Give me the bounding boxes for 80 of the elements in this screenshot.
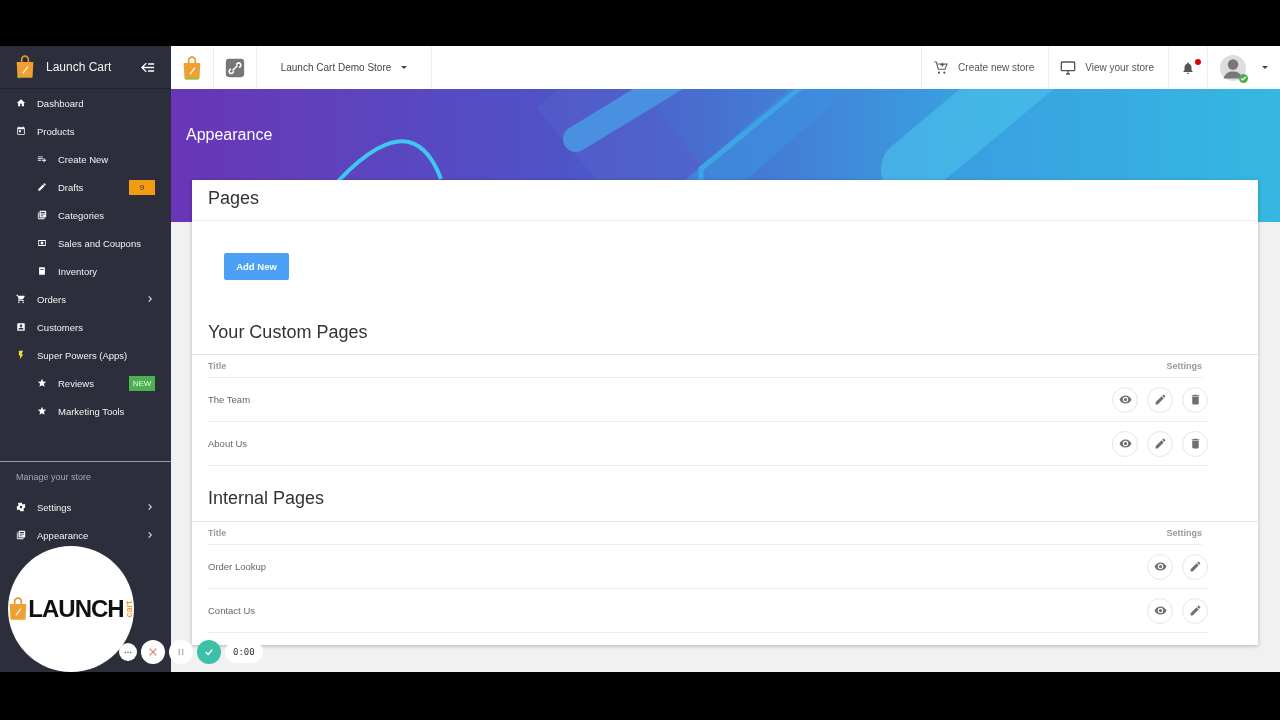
card-title: Pages xyxy=(192,180,1258,221)
brand-name: Launch Cart xyxy=(46,60,113,74)
close-icon xyxy=(148,647,158,657)
check-icon xyxy=(204,647,214,657)
section-label: Manage your store xyxy=(15,472,93,484)
sidebar-item[interactable]: Products xyxy=(0,117,171,145)
logo-word: LAUNCH xyxy=(28,595,124,623)
home-icon xyxy=(16,98,26,108)
pause-icon xyxy=(176,647,186,657)
sidebar-item[interactable]: Reviews NEW xyxy=(0,369,171,397)
column-header: Settings xyxy=(1166,528,1202,538)
view-button[interactable] xyxy=(1112,386,1138,413)
edit-button[interactable] xyxy=(1182,553,1208,580)
monitor-icon xyxy=(1060,59,1077,76)
sidebar-item[interactable]: Settings xyxy=(0,493,171,521)
section-heading: Your Custom Pages xyxy=(192,280,1258,355)
shopping-bag-logo-icon xyxy=(182,55,202,80)
box-icon xyxy=(37,266,47,276)
link-icon xyxy=(225,57,245,78)
pencil-icon xyxy=(37,182,47,192)
sidebar-item[interactable]: Inventory xyxy=(0,257,171,285)
cart-plus-icon xyxy=(933,59,950,76)
pencil-icon xyxy=(1153,437,1167,450)
shopping-bag-logo-icon xyxy=(15,55,35,79)
sidebar-item[interactable]: Customers xyxy=(0,313,171,341)
edit-button[interactable] xyxy=(1147,430,1173,457)
view-button[interactable] xyxy=(1147,597,1173,624)
sidebar-item[interactable]: Create New xyxy=(0,145,171,173)
count-badge: 9 xyxy=(129,179,155,195)
more-icon xyxy=(124,650,132,654)
sidebar-item[interactable]: Marketing Tools xyxy=(0,397,171,425)
pencil-icon xyxy=(1188,560,1202,573)
timer: 0:00 xyxy=(225,641,263,663)
sidebar-item[interactable]: Categories xyxy=(0,201,171,229)
table-cell: Contact Us xyxy=(208,605,255,616)
sidebar-item[interactable]: Dashboard xyxy=(0,89,171,117)
pencil-icon xyxy=(1188,604,1202,617)
star-icon xyxy=(37,378,47,388)
caret-icon xyxy=(401,66,408,69)
table-cell: About Us xyxy=(208,438,248,449)
books-icon xyxy=(16,530,26,540)
eye-icon xyxy=(1118,393,1132,406)
column-header: Title xyxy=(208,528,227,538)
edit-button[interactable] xyxy=(1147,386,1173,413)
pencil-icon xyxy=(1153,393,1167,406)
chevron-right-icon xyxy=(147,531,153,539)
caret-icon xyxy=(1262,66,1268,69)
calendar-icon xyxy=(16,126,26,136)
count-badge: NEW xyxy=(129,375,155,391)
column-header: Settings xyxy=(1166,361,1202,371)
page-title: Appearance xyxy=(185,125,274,144)
edit-button[interactable] xyxy=(1182,597,1208,624)
view-button[interactable] xyxy=(1147,553,1173,580)
section-heading: Internal Pages xyxy=(192,466,1258,522)
pause-button[interactable] xyxy=(169,640,193,664)
sidebar-item[interactable]: Appearance xyxy=(0,521,171,549)
eye-icon xyxy=(1118,437,1132,450)
view-button[interactable] xyxy=(1112,430,1138,457)
sidebar-item[interactable]: Orders xyxy=(0,285,171,313)
books-icon xyxy=(37,210,47,220)
sidebar-item[interactable]: Sales and Coupons xyxy=(0,229,171,257)
sidebar-item[interactable]: Drafts 9 xyxy=(0,173,171,201)
bell-icon xyxy=(1181,60,1195,75)
collapse-menu-icon[interactable] xyxy=(141,61,155,73)
delete-button[interactable] xyxy=(1182,386,1208,413)
settings-icon xyxy=(16,502,26,512)
sidebar-item[interactable]: Super Powers (Apps) xyxy=(0,341,171,369)
table-cell: The Team xyxy=(208,394,251,405)
star-icon xyxy=(37,406,47,416)
contact-card-icon xyxy=(16,322,26,332)
table-cell: Order Lookup xyxy=(208,561,267,572)
chevron-right-icon xyxy=(147,503,153,511)
logo-subword: cart xyxy=(123,600,134,618)
delete-button[interactable] xyxy=(1182,430,1208,457)
cart-icon xyxy=(16,294,26,304)
eye-icon xyxy=(1153,560,1167,573)
eye-icon xyxy=(1153,604,1167,617)
bolt-icon xyxy=(16,350,26,360)
column-header: Title xyxy=(208,361,227,371)
chevron-right-icon xyxy=(147,295,153,303)
